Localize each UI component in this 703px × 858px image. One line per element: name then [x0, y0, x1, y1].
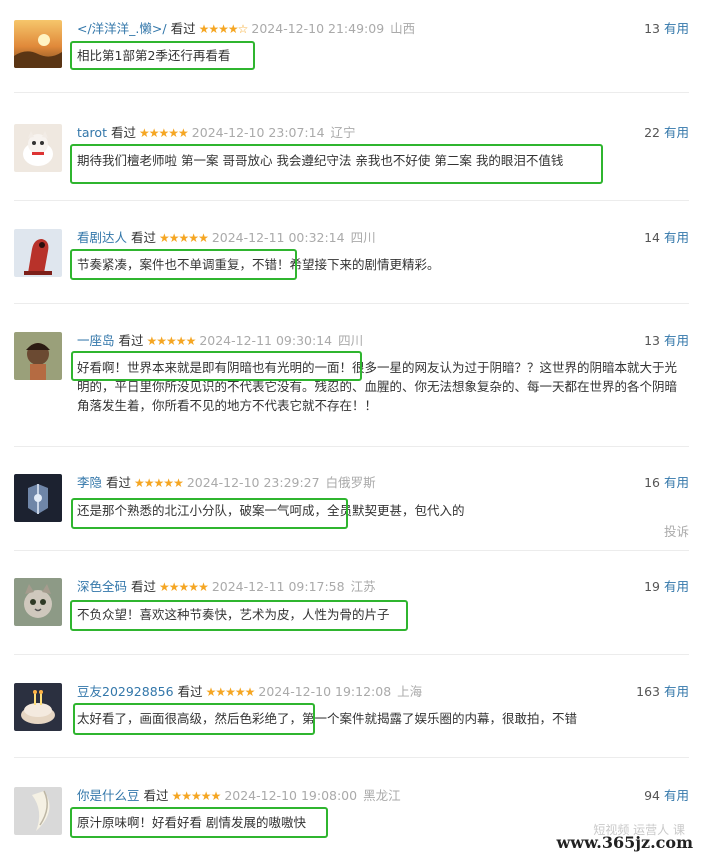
useful-button[interactable]: 有用	[664, 684, 689, 699]
useful-count: 13	[644, 333, 660, 348]
useful-count: 14	[644, 230, 660, 245]
divider	[14, 303, 689, 304]
useful-vote: 94 有用	[644, 787, 689, 805]
review-meta: 看剧达人 看过 ★★★★★ 2024-12-11 00:32:14 四川	[77, 229, 376, 247]
divider	[14, 92, 689, 93]
useful-button[interactable]: 有用	[664, 125, 689, 140]
useful-button[interactable]: 有用	[664, 475, 689, 490]
watched-label: 看过	[131, 230, 157, 245]
review-content: 相比第1部第2季还行再看看	[77, 48, 231, 63]
username-link[interactable]: 一座岛	[77, 333, 115, 348]
review-location: 江苏	[350, 579, 376, 594]
divider	[14, 757, 689, 758]
review-meta: 一座岛 看过 ★★★★★ 2024-12-11 09:30:14 四川	[77, 332, 363, 350]
watched-label: 看过	[110, 125, 136, 140]
username-link[interactable]: 你是什么豆	[77, 788, 140, 803]
review-time: 2024-12-10 19:08:00	[224, 788, 358, 803]
review-meta: 豆友202928856 看过 ★★★★★ 2024-12-10 19:12:08 上海	[77, 683, 422, 701]
rating-stars: ★★★★★	[146, 334, 197, 348]
watched-label: 看过	[131, 579, 157, 594]
review-location: 辽宁	[330, 125, 356, 140]
watched-label: 看过	[177, 684, 203, 699]
rating-stars: ★★★★★	[205, 685, 256, 699]
rating-stars: ★★★★☆	[198, 22, 249, 36]
avatar[interactable]	[14, 683, 62, 731]
review-time: 2024-12-10 23:07:14	[191, 125, 325, 140]
review-location: 四川	[350, 230, 376, 245]
useful-vote: 16 有用	[644, 474, 689, 492]
avatar[interactable]	[14, 474, 62, 522]
useful-vote: 14 有用	[644, 229, 689, 247]
review-time: 2024-12-10 19:12:08	[258, 684, 392, 699]
review-location: 白俄罗斯	[325, 475, 376, 490]
watched-label: 看过	[118, 333, 144, 348]
username-link[interactable]: 李隐	[77, 475, 102, 490]
username-link[interactable]: tarot	[77, 125, 107, 140]
review-location: 上海	[397, 684, 423, 699]
avatar[interactable]	[14, 124, 62, 172]
review-content: 太好看了，画面很高级，然后色彩绝了，第一个案件就揭露了娱乐圈的内幕，很敢拍，不错	[77, 711, 578, 726]
review-time: 2024-12-11 09:30:14	[199, 333, 333, 348]
rating-stars: ★★★★★	[171, 789, 222, 803]
watched-label: 看过	[143, 788, 169, 803]
username-link[interactable]: </洋洋洋_.懒>/	[77, 21, 167, 36]
useful-button[interactable]: 有用	[664, 21, 689, 36]
avatar[interactable]	[14, 787, 62, 835]
watermark: www.365jz.com	[556, 833, 693, 852]
review-content: 不负众望！喜欢这种节奏快，艺术为皮，人性为骨的片子	[77, 607, 390, 622]
useful-count: 16	[644, 475, 660, 490]
review-content: 期待我们檀老师啦 第一案 哥哥放心 我会遵纪守法 亲我也不好使 第二案 我的眼泪…	[77, 153, 564, 168]
useful-vote: 22 有用	[644, 124, 689, 142]
useful-vote: 13 有用	[644, 332, 689, 350]
avatar[interactable]	[14, 20, 62, 68]
watched-label: 看过	[106, 475, 132, 490]
divider	[14, 550, 689, 551]
watched-label: 看过	[170, 21, 196, 36]
divider	[14, 654, 689, 655]
review-meta: </洋洋洋_.懒>/看过 ★★★★☆ 2024-12-10 21:49:09 山西	[77, 20, 415, 38]
useful-vote: 163 有用	[636, 683, 689, 701]
useful-vote: 19 有用	[644, 578, 689, 596]
rating-stars: ★★★★★	[134, 476, 184, 490]
review-meta: 你是什么豆 看过 ★★★★★ 2024-12-10 19:08:00 黑龙江	[77, 787, 401, 805]
username-link[interactable]: 豆友202928856	[77, 684, 174, 699]
review-location: 黑龙江	[363, 788, 401, 803]
short-review-list: </洋洋洋_.懒>/看过 ★★★★☆ 2024-12-10 21:49:09 山西 …	[0, 0, 703, 858]
useful-button[interactable]: 有用	[664, 230, 689, 245]
rating-stars: ★★★★★	[159, 580, 209, 594]
review-location: 四川	[338, 333, 364, 348]
review-meta: 深色全码 看过 ★★★★★ 2024-12-11 09:17:58 江苏	[77, 578, 376, 596]
review-content: 还是那个熟悉的北江小分队，破案一气呵成，全员默契更甚，包代入的	[77, 503, 465, 518]
useful-count: 94	[644, 788, 660, 803]
review-time: 2024-12-11 00:32:14	[211, 230, 345, 245]
divider	[14, 200, 689, 201]
review-location: 山西	[390, 21, 416, 36]
avatar[interactable]	[14, 332, 62, 380]
username-link[interactable]: 看剧达人	[77, 230, 127, 245]
review-meta: tarot 看过 ★★★★★ 2024-12-10 23:07:14 辽宁	[77, 124, 356, 142]
rating-stars: ★★★★★	[139, 126, 189, 140]
useful-button[interactable]: 有用	[664, 788, 689, 803]
review-content: 好看啊！世界本来就是即有阴暗也有光明的一面！很多一星的网友认为过于阴暗？？这世界…	[77, 360, 678, 413]
useful-count: 13	[644, 21, 660, 36]
username-link[interactable]: 深色全码	[77, 579, 127, 594]
useful-count: 163	[636, 684, 660, 699]
review-time: 2024-12-11 09:17:58	[211, 579, 345, 594]
rating-stars: ★★★★★	[159, 231, 209, 245]
useful-button[interactable]: 有用	[664, 333, 689, 348]
review-time: 2024-12-10 23:29:27	[186, 475, 320, 490]
useful-count: 22	[644, 125, 660, 140]
divider	[14, 446, 689, 447]
avatar[interactable]	[14, 229, 62, 277]
useful-count: 19	[644, 579, 660, 594]
review-content: 节奏紧凑，案件也不单调重复，不错！希望接下来的剧情更精彩。	[77, 257, 440, 272]
avatar[interactable]	[14, 578, 62, 626]
useful-button[interactable]: 有用	[664, 579, 689, 594]
review-time: 2024-12-10 21:49:09	[251, 21, 385, 36]
useful-vote: 13 有用	[644, 20, 689, 38]
review-meta: 李隐 看过 ★★★★★ 2024-12-10 23:29:27 白俄罗斯	[77, 474, 376, 492]
report-link[interactable]: 投诉	[664, 521, 689, 540]
